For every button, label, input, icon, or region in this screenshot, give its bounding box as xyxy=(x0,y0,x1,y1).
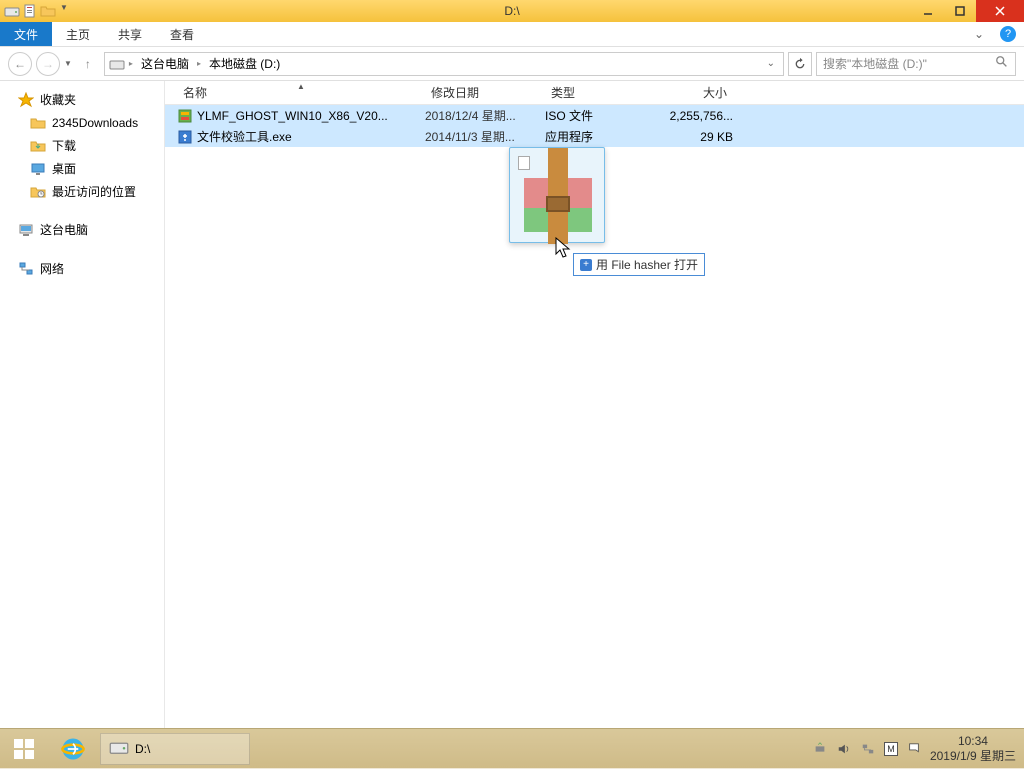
file-list-view: ▲名称 修改日期 类型 大小 YLMF_GHOST_WIN10_X86_V20.… xyxy=(165,81,1024,729)
column-header-name[interactable]: ▲名称 xyxy=(177,84,425,101)
recent-icon xyxy=(30,184,46,200)
address-bar[interactable]: ▸ 这台电脑 ▸ 本地磁盘 (D:) ⌄ xyxy=(104,52,784,76)
sidebar-item-recent[interactable]: 最近访问的位置 xyxy=(0,180,164,203)
ribbon-expand-icon[interactable]: ⌄ xyxy=(966,22,992,46)
sidebar-item-downloads[interactable]: 下载 xyxy=(0,134,164,157)
tray-safely-remove-icon[interactable] xyxy=(812,741,828,757)
quick-access-toolbar: ▼ xyxy=(0,3,70,19)
refresh-button[interactable] xyxy=(788,52,812,76)
drive-icon xyxy=(109,737,129,760)
tab-view[interactable]: 查看 xyxy=(156,22,208,46)
new-folder-icon[interactable] xyxy=(40,3,56,19)
sidebar-item-2345downloads[interactable]: 2345Downloads xyxy=(0,112,164,134)
tab-home[interactable]: 主页 xyxy=(52,22,104,46)
breadcrumb[interactable]: 这台电脑 xyxy=(137,55,193,72)
sort-ascending-icon: ▲ xyxy=(297,82,305,91)
start-button[interactable] xyxy=(0,729,48,769)
column-headers: ▲名称 修改日期 类型 大小 xyxy=(165,81,1024,105)
window-title: D:\ xyxy=(504,4,519,18)
folder-icon xyxy=(30,115,46,131)
search-placeholder: 搜索"本地磁盘 (D:)" xyxy=(823,55,927,72)
tray-network-icon[interactable] xyxy=(860,741,876,757)
drive-icon xyxy=(109,56,125,72)
sidebar-favorites[interactable]: 收藏夹 xyxy=(0,87,164,112)
drop-hint-tooltip: + 用 File hasher 打开 xyxy=(573,253,705,276)
star-icon xyxy=(18,92,34,108)
back-button[interactable]: ← xyxy=(8,52,32,76)
search-icon xyxy=(995,55,1009,72)
search-input[interactable]: 搜索"本地磁盘 (D:)" xyxy=(816,52,1016,76)
sidebar-this-pc[interactable]: 这台电脑 xyxy=(0,217,164,242)
system-tray: M 10:34 2019/1/9 星期三 xyxy=(812,734,1024,763)
ribbon-tabs: 文件 主页 共享 查看 ⌄ ? xyxy=(0,22,1024,47)
taskbar-task-explorer[interactable]: D:\ xyxy=(100,733,250,765)
column-header-date[interactable]: 修改日期 xyxy=(425,84,545,101)
plus-icon: + xyxy=(580,259,592,271)
taskbar-pinned-ie[interactable] xyxy=(48,729,98,769)
forward-button[interactable]: → xyxy=(36,52,60,76)
network-icon xyxy=(18,261,34,277)
tray-action-center-icon[interactable] xyxy=(906,741,922,757)
column-header-type[interactable]: 类型 xyxy=(545,84,663,101)
drag-preview-thumbnail xyxy=(509,147,605,243)
sidebar-item-desktop[interactable]: 桌面 xyxy=(0,157,164,180)
breadcrumb[interactable]: 本地磁盘 (D:) xyxy=(205,55,284,72)
up-button[interactable]: ↑ xyxy=(76,52,100,76)
navigation-pane: 收藏夹 2345Downloads 下载 桌面 最近访问的位置 这台电脑 网络 xyxy=(0,81,165,729)
file-row[interactable]: YLMF_GHOST_WIN10_X86_V20... 2018/12/4 星期… xyxy=(165,105,1024,126)
tab-share[interactable]: 共享 xyxy=(104,22,156,46)
navigation-bar: ← → ▼ ↑ ▸ 这台电脑 ▸ 本地磁盘 (D:) ⌄ 搜索"本地磁盘 (D:… xyxy=(0,47,1024,81)
exe-file-icon xyxy=(177,129,193,145)
qat-dropdown-icon[interactable]: ▼ xyxy=(58,3,70,19)
drive-icon xyxy=(4,3,20,19)
minimize-button[interactable] xyxy=(912,0,944,22)
chevron-right-icon[interactable]: ▸ xyxy=(129,59,133,68)
file-row[interactable]: 文件校验工具.exe 2014/11/3 星期... 应用程序 29 KB xyxy=(165,126,1024,147)
computer-icon xyxy=(18,222,34,238)
column-header-size[interactable]: 大小 xyxy=(663,84,733,101)
tab-file[interactable]: 文件 xyxy=(0,22,52,46)
iso-file-icon xyxy=(177,108,193,124)
tray-ime-icon[interactable]: M xyxy=(884,742,898,756)
sidebar-network[interactable]: 网络 xyxy=(0,256,164,281)
tray-volume-icon[interactable] xyxy=(836,741,852,757)
history-dropdown-icon[interactable]: ▼ xyxy=(64,59,72,68)
close-button[interactable] xyxy=(976,0,1024,22)
cursor-icon xyxy=(555,237,575,261)
tray-clock[interactable]: 10:34 2019/1/9 星期三 xyxy=(930,734,1016,763)
properties-icon[interactable] xyxy=(22,3,38,19)
chevron-right-icon[interactable]: ▸ xyxy=(197,59,201,68)
taskbar: D:\ M 10:34 2019/1/9 星期三 xyxy=(0,728,1024,768)
address-dropdown-icon[interactable]: ⌄ xyxy=(763,58,779,69)
title-bar: ▼ D:\ xyxy=(0,0,1024,22)
help-button[interactable]: ? xyxy=(992,22,1024,46)
downloads-icon xyxy=(30,138,46,154)
maximize-button[interactable] xyxy=(944,0,976,22)
desktop-icon xyxy=(30,161,46,177)
